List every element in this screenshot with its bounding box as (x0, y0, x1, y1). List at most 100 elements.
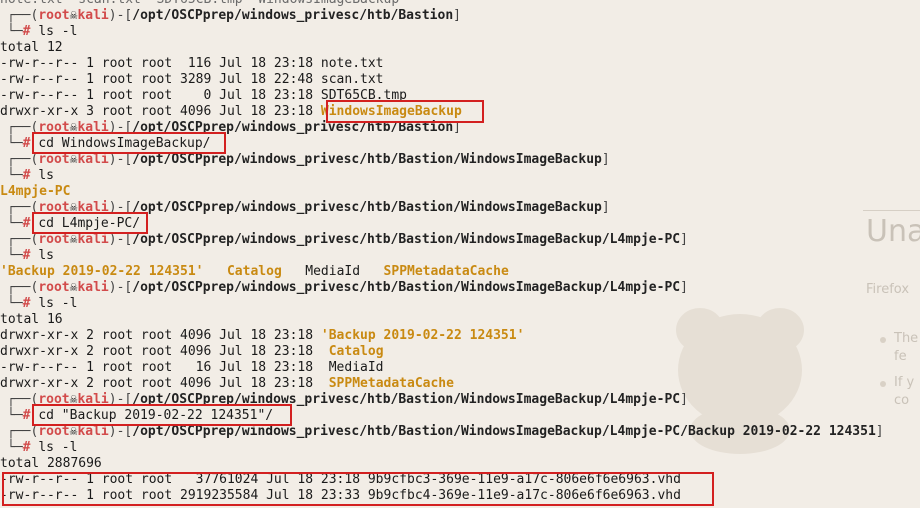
prompt-bracket: ┌──( (7, 8, 39, 23)
output-text: -rw-r--r-- 1 root root 16 Jul 18 23:18 M… (0, 360, 384, 375)
prompt-bracket: ┌──( (7, 200, 39, 215)
prompt-bracket: ┌──( (7, 232, 39, 247)
prompt-path: /opt/OSCPprep/windows_privesc/htb/Bastio… (132, 200, 602, 215)
directory-name: Catalog (226, 264, 282, 279)
output-text: -rw-r--r-- 1 root root 2919235584 Jul 18… (0, 488, 681, 503)
prompt-bracket: ┌──( (7, 424, 39, 439)
prompt-bracket: )-[ (108, 280, 133, 295)
output-line: -rw-r--r-- 1 root root 16 Jul 18 23:18 M… (0, 360, 920, 376)
command-text[interactable]: cd "Backup 2019-02-22 124351"/ (38, 408, 273, 423)
command-text[interactable]: ls (38, 248, 54, 263)
prompt-user: root (38, 152, 70, 167)
prompt-user: root (38, 8, 70, 23)
prompt-command-line: └─# cd L4mpje-PC/ (0, 216, 920, 232)
prompt-host: kali (77, 120, 109, 135)
output-line: -rw-r--r-- 1 root root 2919235584 Jul 18… (0, 488, 920, 504)
output-text: total 2887696 (0, 456, 102, 471)
prompt-command-line: └─# ls -l (0, 24, 920, 40)
prompt-bracket: └─ (7, 248, 23, 263)
prompt-bracket: )-[ (108, 120, 133, 135)
prompt-host: kali (77, 152, 109, 167)
prompt-host: kali (77, 200, 109, 215)
output-text: total 16 (0, 312, 63, 327)
prompt-bracket: )-[ (108, 232, 133, 247)
terminal-line: note.txt scan.txt SDT65CB.tmp WindowsIma… (0, 0, 920, 8)
command-text[interactable]: ls -l (38, 440, 77, 455)
prompt-bracket: )-[ (108, 8, 133, 23)
prompt-header-line: ┌──(root☠kali)-[/opt/OSCPprep/windows_pr… (0, 152, 920, 168)
prompt-command-line: └─# ls (0, 168, 920, 184)
prompt-bracket: )-[ (108, 392, 133, 407)
output-line: drwxr-xr-x 3 root root 4096 Jul 18 23:18… (0, 104, 920, 120)
prompt-host: kali (77, 424, 109, 439)
prompt-header-line: ┌──(root☠kali)-[/opt/OSCPprep/windows_pr… (0, 8, 920, 24)
scrolled-output-text: note.txt scan.txt SDT65CB.tmp WindowsIma… (0, 0, 399, 7)
prompt-bracket: └─ (7, 216, 23, 231)
prompt-host: kali (77, 232, 109, 247)
prompt-bracket: └─ (7, 408, 23, 423)
prompt-user: root (38, 392, 70, 407)
prompt-path: /opt/OSCPprep/windows_privesc/htb/Bastio… (132, 152, 602, 167)
prompt-bracket: └─ (7, 24, 23, 39)
prompt-header-line: ┌──(root☠kali)-[/opt/OSCPprep/windows_pr… (0, 200, 920, 216)
prompt-host: kali (77, 392, 109, 407)
prompt-bracket: ] (680, 232, 688, 247)
command-text[interactable]: cd WindowsImageBackup/ (38, 136, 210, 151)
prompt-command-line: └─# ls (0, 248, 920, 264)
output-line: 'Backup 2019-02-22 124351' Catalog Media… (0, 264, 920, 280)
output-line: -rw-r--r-- 1 root root 37761024 Jul 18 2… (0, 472, 920, 488)
prompt-bracket: ┌──( (7, 120, 39, 135)
output-text: drwxr-xr-x 2 root root 4096 Jul 18 23:18 (0, 344, 329, 359)
prompt-bracket: ] (875, 424, 884, 439)
command-text[interactable]: ls (38, 168, 54, 183)
prompt-path: /opt/OSCPprep/windows_privesc/htb/Bastio… (132, 424, 876, 439)
prompt-bracket: ┌──( (7, 280, 39, 295)
prompt-user: root (38, 232, 70, 247)
output-text: total 12 (0, 40, 63, 55)
prompt-bracket: └─ (7, 168, 23, 183)
prompt-bracket: └─ (7, 440, 23, 455)
prompt-header-line: ┌──(root☠kali)-[/opt/OSCPprep/windows_pr… (0, 120, 920, 136)
directory-name: L4mpje-PC (0, 184, 71, 199)
prompt-path: /opt/OSCPprep/windows_privesc/htb/Bastio… (132, 392, 681, 407)
prompt-bracket: )-[ (108, 424, 133, 439)
prompt-user: root (38, 200, 70, 215)
terminal-output[interactable]: note.txt scan.txt SDT65CB.tmp WindowsIma… (0, 0, 920, 504)
prompt-bracket: └─ (7, 296, 23, 311)
prompt-header-line: ┌──(root☠kali)-[/opt/OSCPprep/windows_pr… (0, 232, 920, 248)
prompt-bracket: ┌──( (7, 392, 39, 407)
prompt-user: root (38, 120, 70, 135)
prompt-header-line: ┌──(root☠kali)-[/opt/OSCPprep/windows_pr… (0, 392, 920, 408)
prompt-path: /opt/OSCPprep/windows_privesc/htb/Bastio… (132, 120, 454, 135)
prompt-user: root (38, 280, 70, 295)
prompt-host: kali (77, 280, 109, 295)
prompt-bracket: )-[ (108, 152, 133, 167)
command-text[interactable]: ls -l (38, 296, 77, 311)
directory-name: 'Backup 2019-02-22 124351' (0, 264, 204, 279)
output-text: drwxr-xr-x 2 root root 4096 Jul 18 23:18 (0, 376, 329, 391)
prompt-path: /opt/OSCPprep/windows_privesc/htb/Bastio… (132, 280, 681, 295)
output-line: -rw-r--r-- 1 root root 3289 Jul 18 22:48… (0, 72, 920, 88)
command-text[interactable]: cd L4mpje-PC/ (38, 216, 140, 231)
command-text[interactable]: ls -l (38, 24, 77, 39)
directory-name: 'Backup 2019-02-22 124351' (320, 328, 525, 343)
prompt-command-line: └─# cd WindowsImageBackup/ (0, 136, 920, 152)
output-line: L4mpje-PC (0, 184, 920, 200)
prompt-bracket: ] (601, 152, 610, 167)
directory-name: SPPMetadataCache (328, 376, 454, 391)
output-text: -rw-r--r-- 1 root root 37761024 Jul 18 2… (0, 472, 681, 487)
directory-name: WindowsImageBackup (320, 104, 462, 119)
output-line: -rw-r--r-- 1 root root 116 Jul 18 23:18 … (0, 56, 920, 72)
output-text: -rw-r--r-- 1 root root 3289 Jul 18 22:48… (0, 72, 384, 87)
file-name: MediaId (305, 264, 361, 279)
prompt-bracket: ] (680, 280, 688, 295)
prompt-bracket: ] (680, 392, 688, 407)
output-text: -rw-r--r-- 1 root root 0 Jul 18 23:18 SD… (0, 88, 407, 103)
prompt-bracket: ┌──( (7, 152, 39, 167)
prompt-bracket: └─ (7, 136, 23, 151)
output-line: drwxr-xr-x 2 root root 4096 Jul 18 23:18… (0, 328, 920, 344)
output-line: total 2887696 (0, 456, 920, 472)
